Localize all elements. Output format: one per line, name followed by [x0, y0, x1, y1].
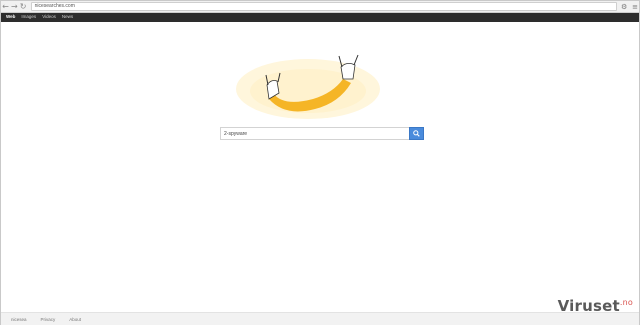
watermark-logo: Viruset.no	[558, 297, 633, 315]
nav-link-videos[interactable]: Videos	[42, 15, 56, 20]
nav-link-images[interactable]: Images	[21, 15, 36, 20]
footer: nicesea Privacy About	[1, 312, 639, 325]
search-icon	[413, 130, 420, 137]
address-bar[interactable]: nicesearches.com	[30, 2, 618, 11]
footer-link-privacy[interactable]: Privacy	[41, 317, 56, 322]
url-text: nicesearches.com	[34, 3, 75, 9]
footer-link-nicesea[interactable]: nicesea	[11, 317, 27, 322]
reload-icon[interactable]: ↻	[19, 2, 28, 12]
search-input[interactable]	[220, 127, 409, 140]
back-arrow-icon[interactable]: ←	[1, 2, 10, 12]
site-nav-bar: Web Images Videos News	[1, 13, 639, 22]
browser-window: ← → ↻ nicesearches.com ⚙ ≡ Web Images Vi…	[0, 0, 640, 325]
footer-link-about[interactable]: About	[69, 317, 81, 322]
watermark-tld: .no	[619, 298, 633, 307]
right-hand	[340, 63, 356, 80]
watermark-brand: Viruset	[557, 297, 620, 315]
menu-icon[interactable]: ≡	[631, 2, 639, 11]
nav-link-news[interactable]: News	[62, 15, 73, 20]
search-bar	[220, 127, 424, 140]
nav-link-web[interactable]: Web	[6, 15, 15, 20]
search-button[interactable]	[409, 127, 424, 140]
browser-toolbar: ← → ↻ nicesearches.com ⚙ ≡	[1, 1, 639, 13]
extension-icon[interactable]: ⚙	[620, 2, 628, 11]
forward-arrow-icon[interactable]: →	[10, 2, 19, 12]
rock-hands-arm-logo	[236, 54, 380, 119]
